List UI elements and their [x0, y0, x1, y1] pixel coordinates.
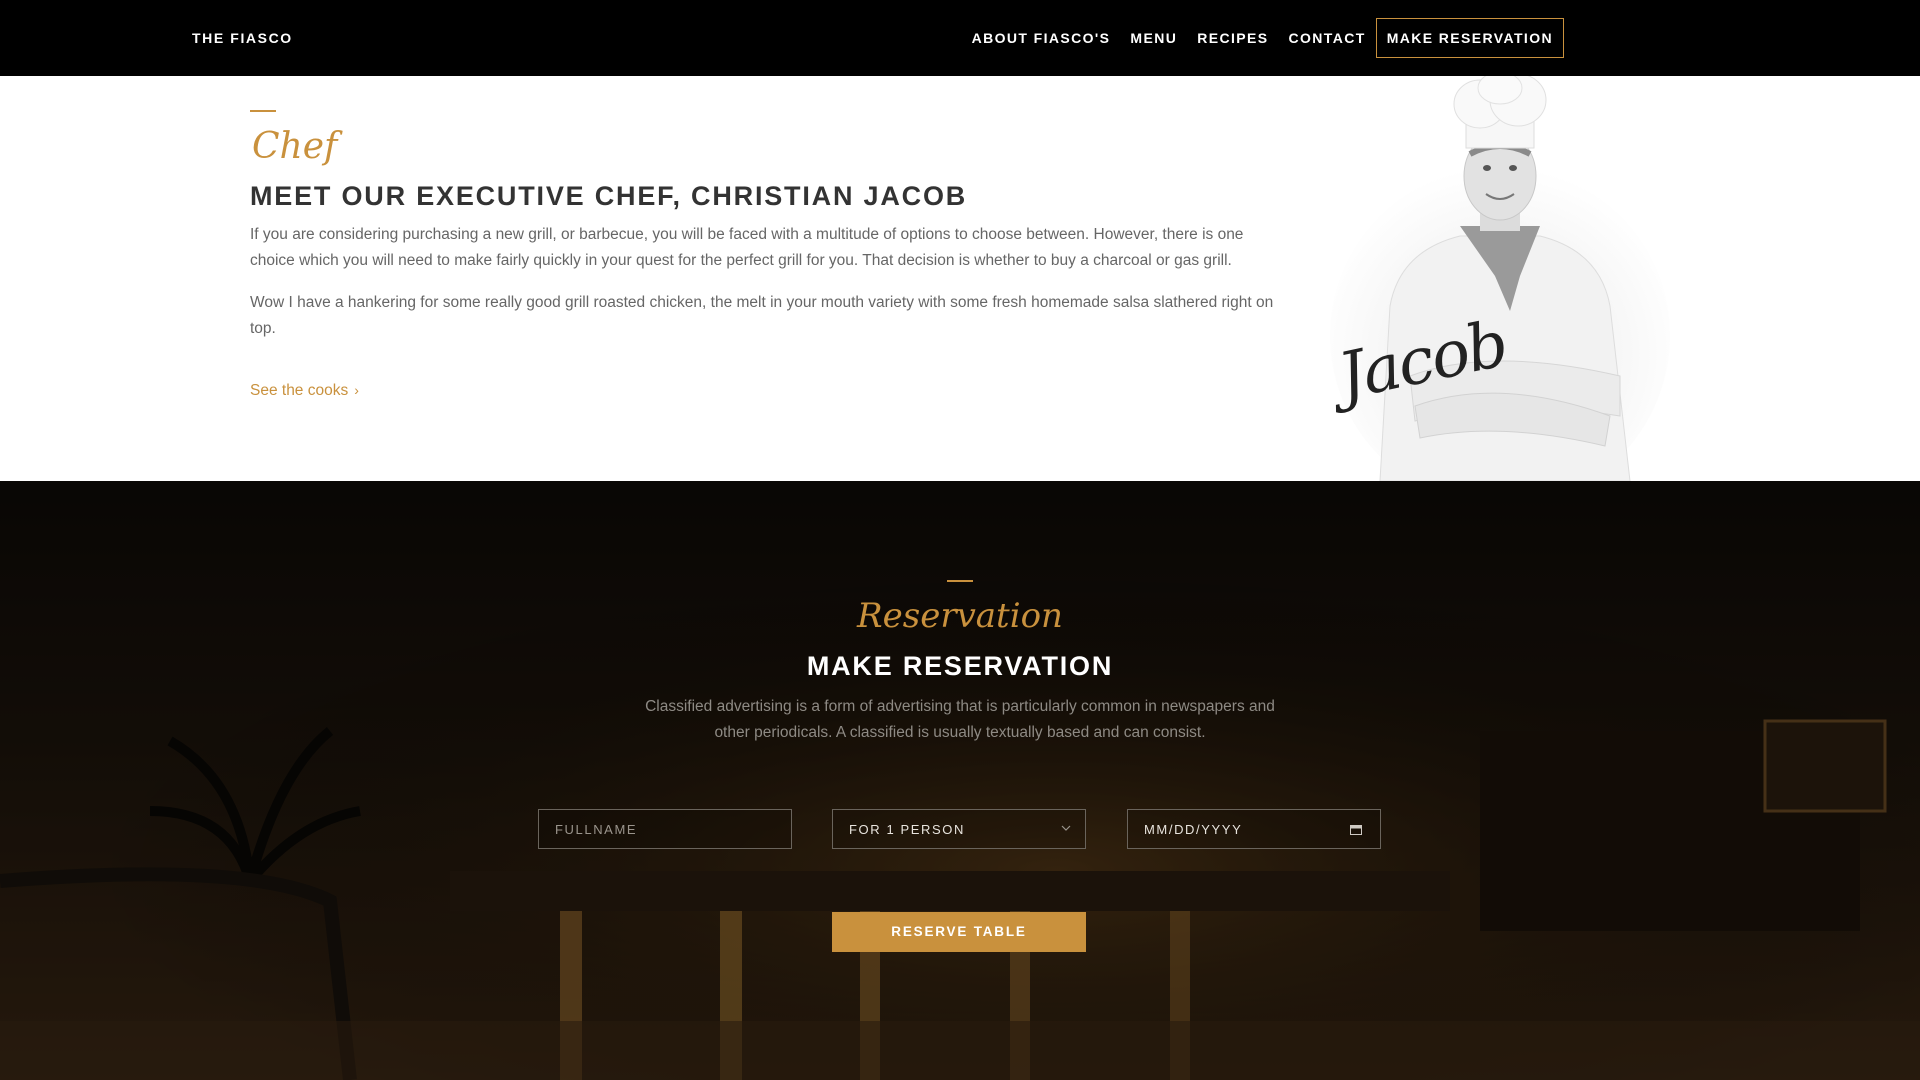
- chevron-right-icon: ›: [354, 382, 359, 398]
- brand-logo-text[interactable]: THE FIASCO: [192, 30, 293, 46]
- reservation-description: Classified advertising is a form of adve…: [645, 698, 1275, 741]
- reservation-script-title: Reservation: [857, 596, 1063, 636]
- see-the-cooks-label: See the cooks: [250, 382, 349, 399]
- nav-menu: ABOUT FIASCO'S MENU RECIPES CONTACT MAKE…: [952, 18, 1564, 58]
- reservation-section: Reservation MAKE RESERVATION Classified …: [0, 481, 1920, 1080]
- reserve-table-button[interactable]: RESERVE TABLE: [832, 912, 1086, 952]
- restaurant-background-image: [0, 481, 1920, 1080]
- date-input[interactable]: MM/DD/YYYY: [1127, 809, 1381, 849]
- reservation-heading: MAKE RESERVATION: [806, 651, 1114, 681]
- make-reservation-nav-button[interactable]: MAKE RESERVATION: [1375, 18, 1564, 58]
- see-the-cooks-link[interactable]: See the cooks ›: [250, 382, 359, 400]
- reservation-accent-line: [947, 580, 973, 582]
- chef-photo: [1320, 76, 1680, 481]
- chef-illustration: [1320, 76, 1680, 481]
- chef-script-title: Chef: [252, 126, 338, 167]
- persons-selected-value: FOR 1 PERSON: [849, 822, 965, 837]
- nav-link-recipes[interactable]: RECIPES: [1197, 30, 1268, 46]
- persons-select[interactable]: FOR 1 PERSON: [832, 809, 1086, 849]
- chef-section: Chef MEET OUR EXECUTIVE CHEF, CHRISTIAN …: [0, 76, 1920, 481]
- nav-link-about[interactable]: ABOUT FIASCO'S: [972, 30, 1111, 46]
- nav-link-contact[interactable]: CONTACT: [1288, 30, 1365, 46]
- section-accent-line: [250, 110, 276, 112]
- top-navbar: THE FIASCO ABOUT FIASCO'S MENU RECIPES C…: [0, 0, 1920, 76]
- chevron-down-icon: [1061, 825, 1071, 831]
- fullname-input[interactable]: FULLNAME: [538, 809, 792, 849]
- chef-paragraph-1: If you are considering purchasing a new …: [250, 226, 1244, 269]
- calendar-icon: [1350, 825, 1362, 835]
- fullname-placeholder: FULLNAME: [555, 822, 638, 837]
- chef-paragraph-2: Wow I have a hankering for some really g…: [250, 294, 1274, 337]
- chef-heading: MEET OUR EXECUTIVE CHEF, CHRISTIAN JACOB: [250, 181, 968, 211]
- nav-link-menu[interactable]: MENU: [1130, 30, 1177, 46]
- date-placeholder: MM/DD/YYYY: [1144, 822, 1243, 837]
